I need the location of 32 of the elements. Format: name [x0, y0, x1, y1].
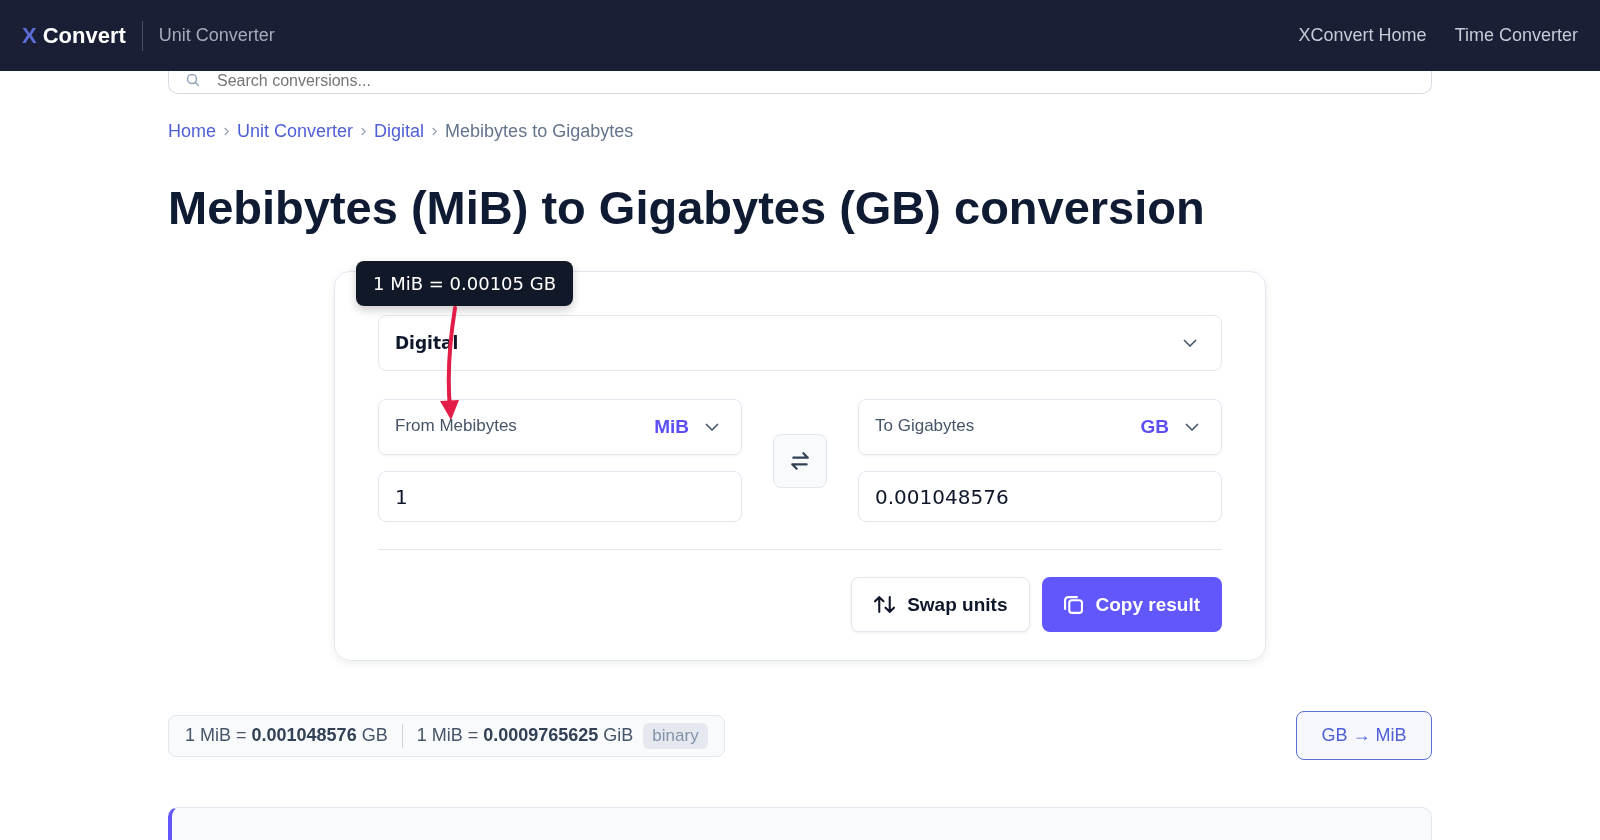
copy-button[interactable]: Copy result — [1042, 577, 1222, 632]
search-field[interactable]: Search conversions... — [168, 71, 1432, 94]
up-down-arrows-icon — [874, 596, 896, 613]
logo-mark[interactable]: X — [22, 22, 37, 49]
tooltip: 1 MiB = 0.00105 GB — [356, 261, 574, 306]
swap-arrows-icon — [790, 450, 810, 471]
copy-icon — [1064, 595, 1084, 614]
nav-link[interactable]: Time Converter — [1454, 25, 1578, 46]
breadcrumb-link[interactable]: Home — [168, 121, 216, 142]
caret-icon — [1183, 339, 1197, 347]
result-field[interactable]: 0.001048576 — [858, 471, 1222, 522]
breadcrumb-link[interactable]: Digital — [374, 121, 425, 142]
logo-text[interactable]: Convert — [42, 22, 126, 49]
caret-icon — [1185, 423, 1199, 431]
breadcrumb-link[interactable]: Unit Converter — [237, 121, 354, 142]
section-title: Unit Converter — [158, 25, 275, 46]
input-field[interactable]: 1 — [378, 471, 742, 522]
tag: binary — [643, 722, 708, 749]
unit-select[interactable]: To Gigabytes GB — [858, 399, 1222, 455]
chevron-icon — [360, 126, 368, 137]
fact-text: 1 MiB = 0.0009765625 GiB — [416, 725, 634, 746]
swap-units-button[interactable]: Swap units — [851, 577, 1031, 632]
caret-icon — [705, 423, 719, 431]
chevron-icon — [431, 126, 439, 137]
unit-select[interactable]: From Mebibytes MiB — [378, 399, 742, 455]
swap-button[interactable] — [773, 433, 827, 488]
breadcrumb-current: Mebibytes to Gigabytes — [445, 121, 634, 142]
nav-link[interactable]: XConvert Home — [1298, 25, 1427, 46]
reverse-link-button[interactable]: GB → MiB — [1296, 711, 1432, 760]
page-title: Mebibytes (MiB) to Gigabytes (GB) conversion — [168, 180, 1206, 235]
fact-text: 1 MiB = 0.001048576 GB — [185, 725, 388, 746]
chevron-icon — [223, 126, 230, 137]
